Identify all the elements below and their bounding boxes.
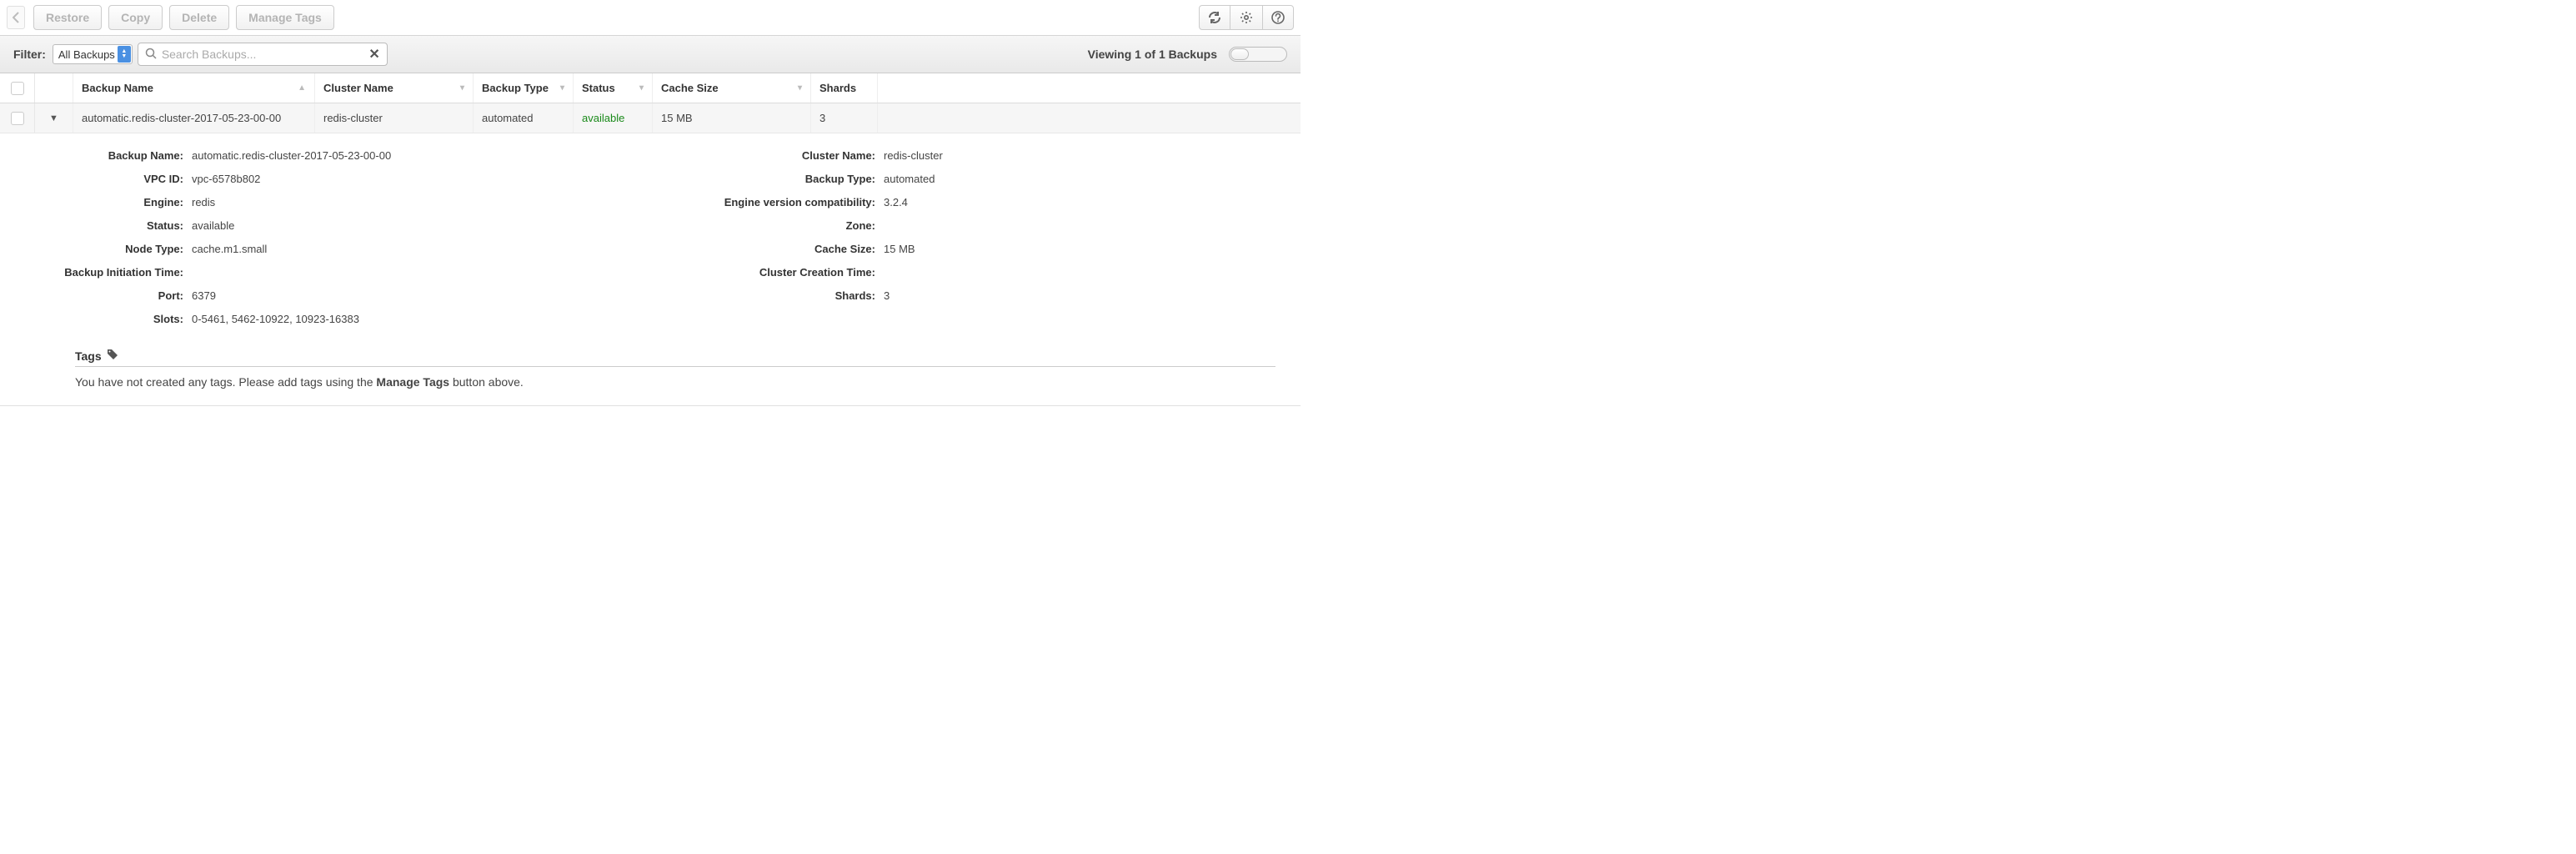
help-icon <box>1271 11 1285 24</box>
detail-key: Cluster Creation Time: <box>650 266 884 279</box>
detail-key: Port: <box>25 289 192 302</box>
cell-status: available <box>574 103 653 133</box>
tags-title: Tags <box>75 349 102 363</box>
restore-button[interactable]: Restore <box>33 5 102 30</box>
tags-empty-bold: Manage Tags <box>376 375 449 389</box>
detail-value: 15 MB <box>884 243 915 255</box>
header-label: Shards <box>819 82 856 94</box>
detail-col-right: Cluster Name:redis-cluster Backup Type:a… <box>650 143 1275 330</box>
detail-key: Backup Initiation Time: <box>25 266 192 279</box>
header-status[interactable]: Status ▾ <box>574 73 653 103</box>
tags-empty-pre: You have not created any tags. Please ad… <box>75 375 376 389</box>
header-label: Cluster Name <box>323 82 393 94</box>
settings-button[interactable] <box>1230 5 1262 30</box>
detail-value: 0-5461, 5462-10922, 10923-16383 <box>192 313 359 325</box>
header-cache-size[interactable]: Cache Size ▾ <box>653 73 811 103</box>
manage-tags-button[interactable]: Manage Tags <box>236 5 334 30</box>
header-label: Cache Size <box>661 82 719 94</box>
cell-shards: 3 <box>811 103 878 133</box>
detail-key: Engine version compatibility: <box>650 196 884 208</box>
detail-value: redis-cluster <box>884 149 943 162</box>
detail-key: Backup Type: <box>650 173 884 185</box>
cell-backup-type: automated <box>474 103 574 133</box>
detail-key: Cluster Name: <box>650 149 884 162</box>
help-button[interactable] <box>1262 5 1294 30</box>
sort-icon: ▾ <box>560 83 564 93</box>
gear-icon <box>1240 11 1253 24</box>
detail-key: Slots: <box>25 313 192 325</box>
detail-key: Shards: <box>650 289 884 302</box>
clear-search-button[interactable]: ✕ <box>368 46 379 63</box>
detail-value: 3 <box>884 289 890 302</box>
row-expand-cell[interactable]: ▼ <box>35 103 73 133</box>
tags-empty-post: button above. <box>449 375 524 389</box>
copy-button[interactable]: Copy <box>108 5 163 30</box>
header-expand-cell <box>35 73 73 103</box>
detail-panel: Backup Name:automatic.redis-cluster-2017… <box>0 133 1301 406</box>
filter-bar: Filter: All Backups ▲▼ ✕ Viewing 1 of 1 … <box>0 36 1301 73</box>
header-backup-type[interactable]: Backup Type ▾ <box>474 73 574 103</box>
header-label: Backup Name <box>82 82 153 94</box>
search-wrap: ✕ <box>138 43 388 66</box>
detail-value: automatic.redis-cluster-2017-05-23-00-00 <box>192 149 391 162</box>
header-shards[interactable]: Shards <box>811 73 878 103</box>
action-toolbar: Restore Copy Delete Manage Tags <box>0 0 1301 36</box>
delete-button[interactable]: Delete <box>169 5 229 30</box>
detail-value: available <box>192 219 234 232</box>
tags-empty-message: You have not created any tags. Please ad… <box>75 375 1275 389</box>
detail-key: Zone: <box>650 219 884 232</box>
detail-value: 6379 <box>192 289 216 302</box>
chevron-down-icon: ▼ <box>49 113 58 123</box>
tags-header: Tags <box>75 349 1275 367</box>
page-slider-thumb <box>1230 48 1249 60</box>
cell-cache-size: 15 MB <box>653 103 811 133</box>
cell-cluster-name: redis-cluster <box>315 103 474 133</box>
select-arrows-icon: ▲▼ <box>118 46 131 63</box>
refresh-button[interactable] <box>1199 5 1230 30</box>
detail-value: redis <box>192 196 215 208</box>
chevron-left-icon <box>13 12 19 23</box>
tags-section: Tags You have not created any tags. Plea… <box>25 349 1275 389</box>
tag-icon <box>107 349 118 363</box>
detail-value: automated <box>884 173 935 185</box>
back-button[interactable] <box>7 6 25 29</box>
cell-backup-name: automatic.redis-cluster-2017-05-23-00-00 <box>73 103 315 133</box>
detail-value: 3.2.4 <box>884 196 908 208</box>
detail-key: Status: <box>25 219 192 232</box>
detail-key: Node Type: <box>25 243 192 255</box>
detail-key: Cache Size: <box>650 243 884 255</box>
header-cluster-name[interactable]: Cluster Name ▾ <box>315 73 474 103</box>
detail-col-left: Backup Name:automatic.redis-cluster-2017… <box>25 143 650 330</box>
detail-key: VPC ID: <box>25 173 192 185</box>
detail-key: Backup Name: <box>25 149 192 162</box>
refresh-icon <box>1208 11 1221 24</box>
toolbar-icon-group <box>1199 5 1294 30</box>
header-backup-name[interactable]: Backup Name ▲ <box>73 73 315 103</box>
sort-asc-icon: ▲ <box>298 83 306 93</box>
detail-value: vpc-6578b802 <box>192 173 260 185</box>
row-checkbox[interactable] <box>11 112 24 125</box>
sort-icon: ▾ <box>798 83 802 93</box>
header-label: Status <box>582 82 615 94</box>
filter-select-value: All Backups <box>58 48 115 61</box>
select-all-checkbox[interactable] <box>11 82 24 95</box>
header-label: Backup Type <box>482 82 549 94</box>
viewing-count-label: Viewing 1 of 1 Backups <box>1088 48 1217 61</box>
status-available-text: available <box>582 112 624 124</box>
search-icon <box>145 48 157 62</box>
table-row[interactable]: ▼ automatic.redis-cluster-2017-05-23-00-… <box>0 103 1301 133</box>
detail-key: Engine: <box>25 196 192 208</box>
filter-label: Filter: <box>13 48 46 61</box>
detail-value: cache.m1.small <box>192 243 267 255</box>
search-input[interactable] <box>162 48 369 61</box>
sort-icon: ▾ <box>639 83 644 93</box>
sort-icon: ▾ <box>460 83 464 93</box>
header-checkbox-cell <box>0 73 35 103</box>
table-header: Backup Name ▲ Cluster Name ▾ Backup Type… <box>0 73 1301 103</box>
filter-select[interactable]: All Backups ▲▼ <box>53 44 133 64</box>
row-checkbox-cell <box>0 103 35 133</box>
page-slider[interactable] <box>1229 47 1287 62</box>
